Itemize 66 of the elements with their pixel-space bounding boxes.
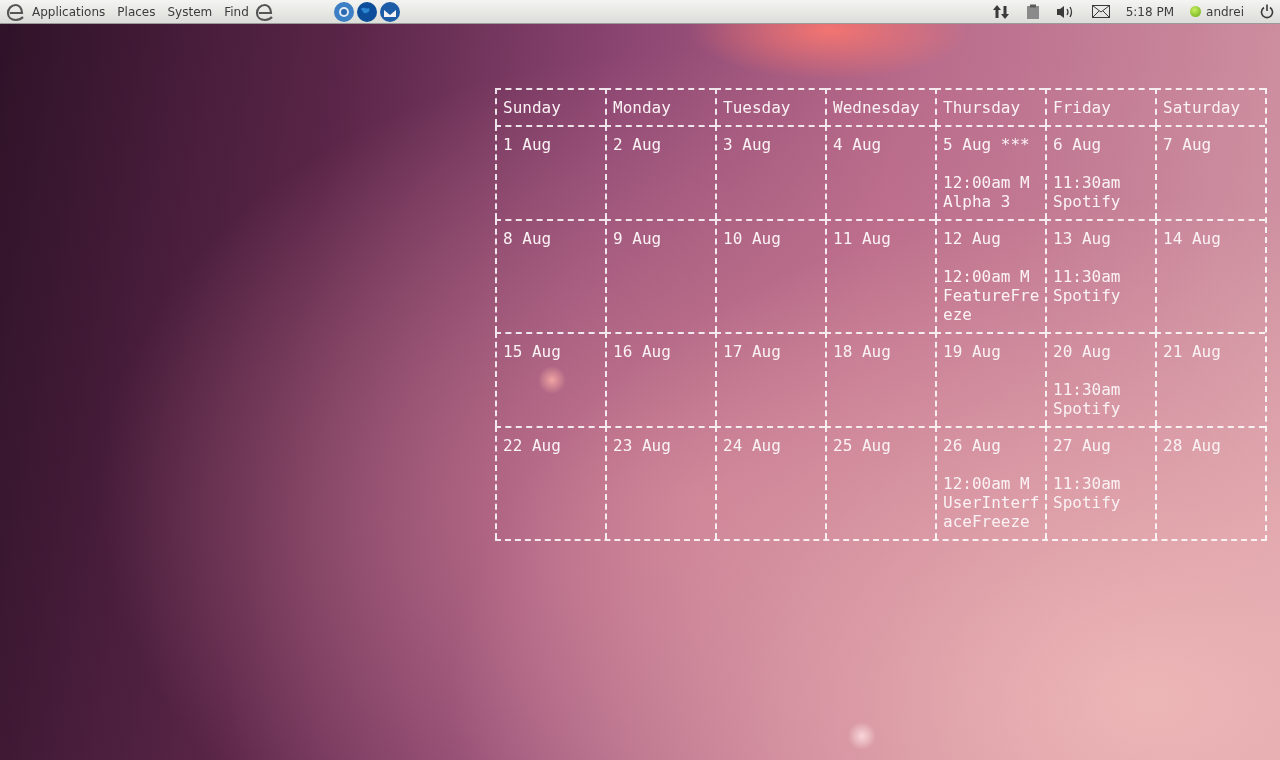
- date-text: 22 Aug: [503, 436, 561, 455]
- date-text: 9 Aug: [613, 229, 662, 248]
- date-text: 24 Aug: [723, 436, 781, 455]
- date-text: 27 Aug: [1053, 436, 1111, 455]
- event-text: 11:30am: [1053, 380, 1121, 399]
- date-text: 2 Aug: [613, 135, 662, 154]
- event-text: Alpha 3: [943, 192, 1011, 211]
- event-text: FeatureFre: [943, 286, 1040, 305]
- event-text: UserInterf: [943, 493, 1040, 512]
- weekday-header: Monday: [613, 98, 671, 117]
- event-text: Spotify: [1053, 192, 1121, 211]
- event-text: Spotify: [1053, 399, 1121, 418]
- date-text: 10 Aug: [723, 229, 781, 248]
- event-text: 11:30am: [1053, 267, 1121, 286]
- event-text: eze: [943, 305, 972, 324]
- event-text: 11:30am: [1053, 173, 1121, 192]
- date-text: 3 Aug: [723, 135, 772, 154]
- menu-item[interactable]: Find: [218, 4, 255, 19]
- weekday-header: Thursday: [943, 98, 1021, 117]
- date-text: 1 Aug: [503, 135, 552, 154]
- weekday-header: Saturday: [1163, 98, 1241, 117]
- menu-item[interactable]: System: [161, 4, 219, 19]
- weekday-header: Wednesday: [833, 98, 920, 117]
- weekday-header: Sunday: [503, 98, 561, 117]
- date-text: 7 Aug: [1163, 135, 1212, 154]
- date-text: 20 Aug: [1053, 342, 1111, 361]
- event-text: 12:00am M: [943, 267, 1030, 286]
- date-text: 26 Aug: [943, 436, 1001, 455]
- date-text: 23 Aug: [613, 436, 671, 455]
- user-name[interactable]: andrei: [1206, 4, 1244, 19]
- clipboard-icon[interactable]: [1025, 3, 1040, 20]
- date-text: 6 Aug: [1053, 135, 1102, 154]
- date-text: 17 Aug: [723, 342, 781, 361]
- date-text: 14 Aug: [1163, 229, 1221, 248]
- event-text: 11:30am: [1053, 474, 1121, 493]
- menu-item[interactable]: Applications: [26, 4, 112, 19]
- date-text: 11 Aug: [833, 229, 891, 248]
- event-text: 12:00am M: [943, 474, 1030, 493]
- date-text: 28 Aug: [1163, 436, 1221, 455]
- event-text: Spotify: [1053, 286, 1121, 305]
- network-arrows-icon[interactable]: [991, 3, 1010, 20]
- date-text: 4 Aug: [833, 135, 882, 154]
- weekday-header: Tuesday: [723, 98, 791, 117]
- logo-icon[interactable]: [6, 1, 26, 22]
- event-text: Spotify: [1053, 493, 1121, 512]
- date-text: 12 Aug: [943, 229, 1001, 248]
- browser-icon[interactable]: [332, 0, 355, 23]
- weekday-header: Friday: [1053, 98, 1111, 117]
- clock-text[interactable]: 5:18 PM: [1125, 4, 1175, 19]
- logo-icon[interactable]: [254, 1, 275, 22]
- event-text: 12:00am M: [943, 173, 1030, 192]
- date-text: 15 Aug: [503, 342, 561, 361]
- date-text: 5 Aug ***: [943, 135, 1030, 154]
- globe-icon[interactable]: [355, 0, 378, 23]
- menu-item[interactable]: Places: [111, 4, 162, 19]
- date-text: 13 Aug: [1053, 229, 1111, 248]
- date-text: 18 Aug: [833, 342, 891, 361]
- power-icon[interactable]: [1260, 4, 1274, 19]
- status-dot-icon: [1190, 6, 1202, 17]
- envelope-icon[interactable]: [1091, 5, 1110, 18]
- date-text: 16 Aug: [613, 342, 671, 361]
- event-text: aceFreeze: [943, 512, 1030, 531]
- date-text: 8 Aug: [503, 229, 552, 248]
- date-text: 19 Aug: [943, 342, 1001, 361]
- date-text: 21 Aug: [1163, 342, 1221, 361]
- date-text: 25 Aug: [833, 436, 891, 455]
